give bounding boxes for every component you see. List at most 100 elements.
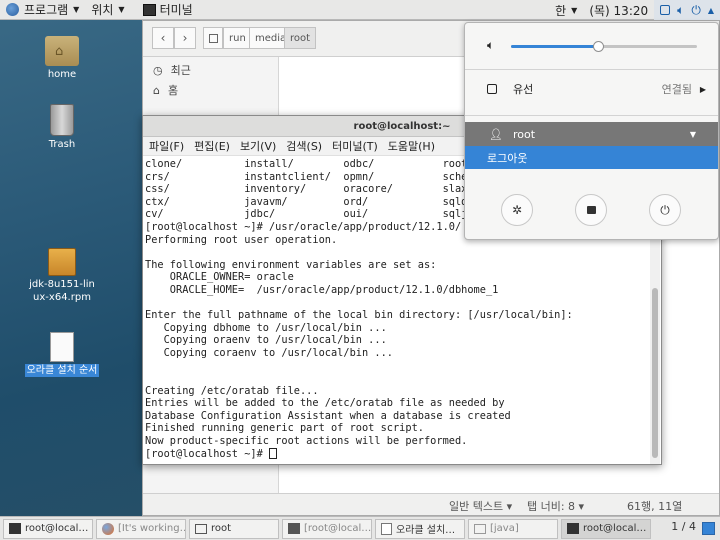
divider	[465, 69, 718, 70]
terminal-line: Finished running generic part of root sc…	[145, 422, 424, 435]
terminal-icon	[9, 523, 21, 534]
edit-location-icon	[208, 33, 218, 43]
back-button[interactable]: ‹	[152, 27, 174, 49]
taskbar-item-folder-root[interactable]: root	[189, 518, 279, 539]
breadcrumb-run[interactable]: run	[223, 27, 252, 49]
clock-label: (목) 13:20	[589, 3, 649, 18]
terminal-line: Copying dbhome to /usr/local/bin ...	[145, 321, 387, 334]
folder-home-icon: ⌂	[45, 36, 79, 66]
applications-menu[interactable]: 프로그램 ▼	[0, 0, 85, 20]
volume-slider[interactable]	[511, 41, 697, 52]
system-menu: 🔈︎ 유선 연결됨 ▶ 👤︎ root ▼ 로그아웃 ✲ ⏻	[464, 22, 719, 240]
active-app-menu[interactable]: 터미널	[131, 0, 199, 20]
network-label: 유선	[513, 83, 534, 96]
terminal-line: Enter the full pathname of the local bin…	[145, 309, 573, 322]
logout-menu-item[interactable]: 로그아웃	[465, 146, 718, 169]
desktop-icon-document[interactable]: 오라클 설치 순서	[22, 332, 102, 377]
system-status-area[interactable]: 🔈︎ ⏻ ▲	[654, 0, 720, 20]
desktop-icon-home[interactable]: ⌂ home	[22, 36, 102, 81]
taskbar-item-firefox[interactable]: [It's working…	[96, 518, 186, 539]
folder-icon	[195, 523, 207, 534]
terminal-cursor	[269, 447, 277, 459]
forward-button[interactable]: ›	[174, 27, 196, 49]
terminal-line: Now product-specific root actions will b…	[145, 435, 468, 448]
terminal-icon	[288, 523, 300, 534]
power-button[interactable]: ⏻	[649, 194, 681, 226]
volume-slider-handle[interactable]	[593, 41, 605, 52]
settings-button[interactable]: ✲	[501, 194, 533, 226]
terminal-line: Creating /etc/oratab file...	[145, 384, 319, 397]
lock-icon	[586, 206, 596, 214]
user-name: root	[513, 127, 536, 141]
lock-button[interactable]	[575, 194, 607, 226]
taskbar-item-label: [It's working…	[118, 523, 186, 534]
taskbar-item-label: root	[211, 523, 232, 534]
network-wired-icon	[660, 5, 671, 15]
trash-icon	[50, 104, 74, 136]
menu-help[interactable]: 도움말(H)	[388, 138, 435, 154]
terminal-line: Database Configuration Assistant when a …	[145, 409, 511, 422]
breadcrumb-root[interactable]: root	[284, 27, 317, 49]
sidebar-item-label: 최근	[170, 64, 191, 77]
cursor-position: 61행, 11열	[627, 500, 683, 513]
desktop-icon-rpm[interactable]: jdk-8u151-linux-x64.rpm	[22, 248, 102, 304]
taskbar-item-text-editor[interactable]: 오라클 설치…	[375, 518, 465, 539]
taskbar-item-terminal-2[interactable]: [root@local…	[282, 518, 372, 539]
menu-edit[interactable]: 편집(E)	[194, 138, 230, 154]
terminal-line: The following environment variables are …	[145, 258, 437, 271]
chevron-left-icon: ‹	[160, 31, 166, 45]
user-menu-item[interactable]: 👤︎ root ▼	[465, 122, 718, 146]
workspace-indicator[interactable]: 1 / 4	[671, 520, 696, 533]
workspace-switcher[interactable]	[702, 522, 715, 535]
terminal-line: ORACLE_OWNER= oracle	[145, 271, 294, 284]
folder-icon	[474, 523, 486, 534]
taskbar-item-terminal-3[interactable]: root@local…	[561, 518, 651, 539]
logout-label: 로그아웃	[487, 151, 528, 165]
network-wired-icon	[487, 84, 497, 94]
chevron-right-icon: ▶	[699, 84, 706, 94]
active-app-label: 터미널	[159, 3, 193, 17]
chevron-down-icon: ▼	[73, 5, 80, 14]
volume-slider-fill	[511, 45, 599, 48]
sidebar-item-home[interactable]: ⌂ 홈	[143, 80, 278, 100]
input-method-label: 한	[555, 3, 567, 18]
sidebar-item-recent[interactable]: ◷ 최근	[143, 60, 278, 80]
divider	[465, 115, 718, 116]
window-list: root@local… [It's working… root [root@lo…	[0, 516, 720, 540]
volume-icon: 🔈︎	[487, 38, 495, 52]
window-title: root@localhost:~	[353, 120, 451, 132]
terminal-prompt: [root@localhost ~]#	[145, 447, 269, 460]
menu-search[interactable]: 검색(S)	[286, 138, 322, 154]
taskbar-item-label: root@local…	[583, 523, 647, 534]
chevron-up-icon: ▲	[707, 5, 714, 15]
taskbar-item-terminal-1[interactable]: root@local…	[3, 518, 93, 539]
power-icon: ⏻	[691, 2, 701, 17]
tab-width-selector[interactable]: 탭 너비: 8 ▾	[527, 498, 584, 514]
taskbar-item-label: root@local…	[25, 523, 89, 534]
breadcrumb-label: run	[229, 32, 246, 44]
input-method-indicator[interactable]: 한 ▼	[549, 0, 583, 20]
location-toggle-button[interactable]	[203, 27, 223, 49]
places-menu[interactable]: 위치 ▼	[85, 0, 130, 20]
clock[interactable]: (목) 13:20	[583, 0, 654, 20]
terminal-icon	[142, 3, 156, 16]
breadcrumb-label: media	[255, 32, 287, 44]
menu-terminal[interactable]: 터미널(T)	[332, 138, 378, 154]
network-status: 연결됨	[661, 83, 692, 96]
volume-icon: 🔈︎	[677, 2, 685, 17]
taskbar-item-label: 오라클 설치…	[396, 525, 456, 536]
menu-view[interactable]: 보기(V)	[240, 138, 276, 154]
network-wired-item[interactable]: 유선 연결됨 ▶	[465, 77, 718, 101]
syntax-mode-selector[interactable]: 일반 텍스트 ▾	[449, 498, 512, 514]
taskbar-item-folder-java[interactable]: [java]	[468, 518, 558, 539]
terminal-icon	[567, 523, 579, 534]
firefox-icon	[102, 522, 114, 535]
menu-file[interactable]: 파일(F)	[149, 138, 184, 154]
scrollbar-thumb[interactable]	[652, 288, 658, 458]
desktop-icon-trash[interactable]: Trash	[22, 104, 102, 151]
terminal-line: Copying oraenv to /usr/local/bin ...	[145, 334, 387, 347]
taskbar-item-label: [root@local…	[304, 523, 372, 534]
